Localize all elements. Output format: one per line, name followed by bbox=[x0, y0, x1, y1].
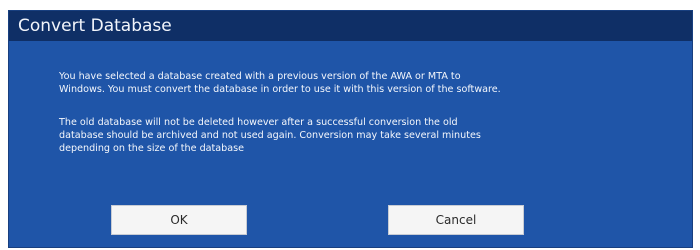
ok-button[interactable]: OK bbox=[111, 205, 247, 235]
message-line: database should be archived and not used… bbox=[59, 130, 481, 141]
message-line: You have selected a database created wit… bbox=[59, 71, 461, 82]
message-line: depending on the size of the database bbox=[59, 143, 245, 154]
dialog-title-bar[interactable]: Convert Database bbox=[9, 11, 692, 41]
archive-advice-message: The old database will not be deleted how… bbox=[59, 116, 689, 155]
cancel-button[interactable]: Cancel bbox=[388, 205, 524, 235]
dialog-title: Convert Database bbox=[18, 16, 172, 36]
conversion-required-message: You have selected a database created wit… bbox=[59, 70, 689, 96]
convert-database-dialog: Convert Database You have selected a dat… bbox=[8, 10, 693, 248]
message-line: The old database will not be deleted how… bbox=[59, 117, 458, 128]
message-line: Windows. You must convert the database i… bbox=[59, 84, 501, 95]
